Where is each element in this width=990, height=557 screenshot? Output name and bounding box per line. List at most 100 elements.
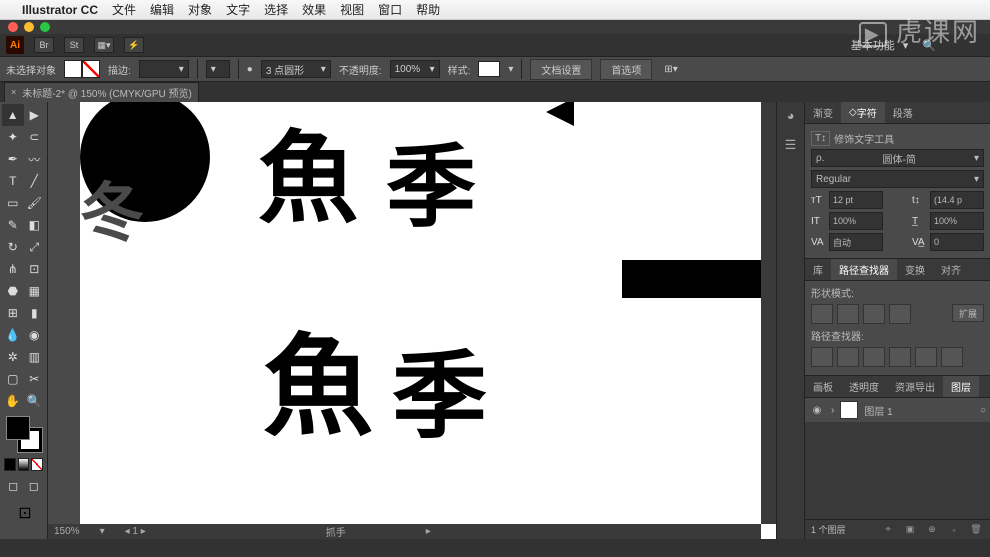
tab-gradient[interactable]: 渐变 xyxy=(805,102,841,123)
gradient-tool[interactable]: ▮ xyxy=(24,302,46,324)
trim-button[interactable] xyxy=(837,347,859,367)
document-tab[interactable]: × 未标题-2* @ 150% (CMYK/GPU 预览) xyxy=(4,82,199,103)
new-layer-icon[interactable]: ▫ xyxy=(946,522,962,538)
line-tool[interactable]: ╱ xyxy=(24,170,46,192)
lasso-tool[interactable]: ⊂ xyxy=(24,126,46,148)
layer-row[interactable]: ◉ › 图层 1 ○ xyxy=(805,398,990,422)
slice-tool[interactable]: ✂ xyxy=(24,368,46,390)
tab-layers[interactable]: 图层 xyxy=(943,376,979,397)
layer-expand-icon[interactable]: › xyxy=(831,405,834,416)
doc-setup-button[interactable]: 文档设置 xyxy=(530,59,592,80)
color-mode-none[interactable] xyxy=(31,458,43,471)
fill-swatch[interactable] xyxy=(64,60,82,78)
type-tool[interactable]: T xyxy=(2,170,24,192)
hscale-input[interactable]: 100% xyxy=(930,212,984,230)
minimize-window-button[interactable] xyxy=(24,22,34,32)
stroke-weight-input[interactable]: ▾ xyxy=(139,60,189,78)
selection-tool[interactable]: ▲ xyxy=(2,104,24,126)
menu-edit[interactable]: 编辑 xyxy=(150,1,174,18)
clip-mask-icon[interactable]: ▣ xyxy=(902,522,918,538)
vscale-input[interactable]: 100% xyxy=(829,212,883,230)
tab-align[interactable]: 对齐 xyxy=(933,259,969,280)
layer-target-icon[interactable]: ○ xyxy=(980,405,986,416)
properties-panel-icon[interactable]: ☰ xyxy=(782,136,800,154)
menu-type[interactable]: 文字 xyxy=(226,1,250,18)
scale-tool[interactable]: ⤢ xyxy=(24,236,46,258)
maximize-window-button[interactable] xyxy=(40,22,50,32)
stock-icon[interactable]: St xyxy=(64,37,84,53)
kerning-input[interactable]: 自动 xyxy=(829,233,883,251)
menu-window[interactable]: 窗口 xyxy=(378,1,402,18)
blend-tool[interactable]: ◉ xyxy=(24,324,46,346)
eraser-tool[interactable]: ◧ xyxy=(24,214,46,236)
font-size-input[interactable]: 12 pt xyxy=(829,191,883,209)
merge-button[interactable] xyxy=(863,347,885,367)
stroke-swatch[interactable] xyxy=(82,60,100,78)
artboard-tool[interactable]: ▢ xyxy=(2,368,24,390)
direct-selection-tool[interactable]: ▶ xyxy=(24,104,46,126)
hand-tool[interactable]: ✋ xyxy=(2,390,24,412)
style-dropdown-icon[interactable]: ▾ xyxy=(508,64,513,75)
graphic-style-swatch[interactable] xyxy=(478,61,500,77)
zoom-level[interactable]: 150% xyxy=(54,526,80,537)
app-name[interactable]: Illustrator CC xyxy=(22,3,98,17)
opacity-input[interactable]: 100%▾ xyxy=(390,60,440,78)
menu-help[interactable]: 帮助 xyxy=(416,1,440,18)
rotate-tool[interactable]: ↻ xyxy=(2,236,24,258)
font-family-input[interactable]: ρ.圆体-简▾ xyxy=(811,149,984,167)
preferences-button[interactable]: 首选项 xyxy=(600,59,652,80)
vertical-scrollbar[interactable] xyxy=(761,102,776,524)
menu-object[interactable]: 对象 xyxy=(188,1,212,18)
minus-front-button[interactable] xyxy=(837,304,859,324)
canvas[interactable]: 冬 魚 季 魚 季 150%▾ ◂ 1 ▸ 抓手 ▸ xyxy=(48,102,776,539)
close-window-button[interactable] xyxy=(8,22,18,32)
color-panel-icon[interactable]: ◕ xyxy=(782,106,800,124)
layer-name[interactable]: 图层 1 xyxy=(864,403,892,418)
vp-dropdown[interactable]: ▾ xyxy=(206,60,230,78)
tab-transform[interactable]: 变换 xyxy=(897,259,933,280)
free-transform-tool[interactable]: ⊡ xyxy=(24,258,46,280)
unite-button[interactable] xyxy=(811,304,833,324)
zoom-tool[interactable]: 🔍 xyxy=(24,390,46,412)
fill-stroke-control[interactable] xyxy=(6,416,42,452)
menu-view[interactable]: 视图 xyxy=(340,1,364,18)
fill-stroke-swatches[interactable] xyxy=(64,60,100,78)
horizontal-scrollbar[interactable]: 150%▾ ◂ 1 ▸ 抓手 ▸ xyxy=(48,524,761,539)
draw-normal-icon[interactable]: ◻ xyxy=(4,475,23,497)
delete-layer-icon[interactable]: 🗑 xyxy=(968,522,984,538)
shaper-tool[interactable]: ✎ xyxy=(2,214,24,236)
minus-back-button[interactable] xyxy=(941,347,963,367)
curvature-tool[interactable]: 〰 xyxy=(24,148,46,170)
draw-behind-icon[interactable]: ◻ xyxy=(25,475,44,497)
locate-layer-icon[interactable]: ⌖ xyxy=(880,522,896,538)
expand-button[interactable]: 扩展 xyxy=(952,304,984,322)
menu-file[interactable]: 文件 xyxy=(112,1,136,18)
paintbrush-tool[interactable]: 🖌 xyxy=(24,192,46,214)
perspective-tool[interactable]: ▦ xyxy=(24,280,46,302)
symbol-sprayer-tool[interactable]: ✲ xyxy=(2,346,24,368)
font-style-input[interactable]: Regular▾ xyxy=(811,170,984,188)
visibility-toggle-icon[interactable]: ◉ xyxy=(809,405,825,416)
magic-wand-tool[interactable]: ✦ xyxy=(2,126,24,148)
mesh-tool[interactable]: ⊞ xyxy=(2,302,24,324)
tab-library[interactable]: 库 xyxy=(805,259,831,280)
outline-button[interactable] xyxy=(915,347,937,367)
width-tool[interactable]: ⋔ xyxy=(2,258,24,280)
shape-builder-tool[interactable]: ⬣ xyxy=(2,280,24,302)
align-dropdown-icon[interactable]: ⊞▾ xyxy=(664,64,677,75)
crop-button[interactable] xyxy=(889,347,911,367)
divide-button[interactable] xyxy=(811,347,833,367)
tab-character[interactable]: ◇ 字符 xyxy=(841,102,885,123)
leading-input[interactable]: (14.4 p xyxy=(930,191,984,209)
exclude-button[interactable] xyxy=(889,304,911,324)
fill-color-box[interactable] xyxy=(6,416,30,440)
arrange-docs-icon[interactable]: ▦▾ xyxy=(94,37,114,53)
rectangle-tool[interactable]: ▭ xyxy=(2,192,24,214)
graph-tool[interactable]: ▥ xyxy=(24,346,46,368)
tracking-input[interactable]: 0 xyxy=(930,233,984,251)
brush-def-input[interactable]: 3 点圆形▾ xyxy=(261,60,331,78)
gpu-icon[interactable]: ⚡ xyxy=(124,37,144,53)
tab-artboards[interactable]: 画板 xyxy=(805,376,841,397)
tab-transparency[interactable]: 透明度 xyxy=(841,376,887,397)
bridge-icon[interactable]: Br xyxy=(34,37,54,53)
